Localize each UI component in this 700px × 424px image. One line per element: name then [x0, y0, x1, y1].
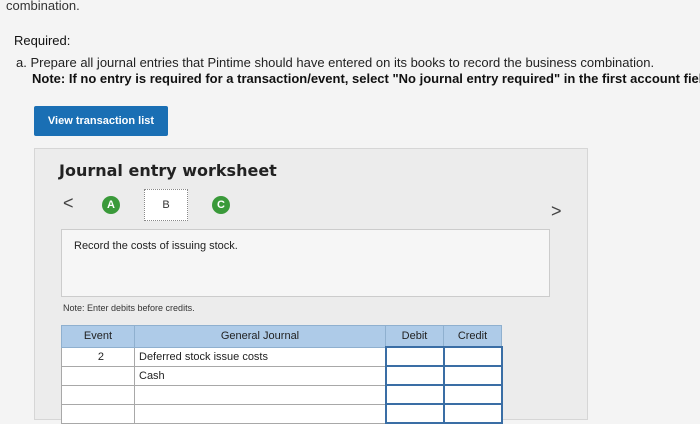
debit-cell[interactable]	[384, 384, 445, 405]
event-cell[interactable]	[61, 403, 135, 424]
journal-entry-worksheet: Journal entry worksheet < A B C > Record…	[34, 148, 588, 424]
debit-cell[interactable]	[384, 403, 445, 424]
table-row: 2 Deferred stock issue costs	[61, 346, 503, 367]
required-title: Required:	[14, 33, 71, 48]
account-cell[interactable]: Deferred stock issue costs	[134, 346, 386, 367]
requirement-note: Note: If no entry is required for a tran…	[32, 71, 700, 86]
transaction-description-box: Record the costs of issuing stock.	[61, 229, 550, 297]
account-cell[interactable]	[134, 384, 386, 405]
table-row: Cash	[61, 365, 503, 386]
step-b-button[interactable]: B	[144, 189, 188, 221]
credit-cell[interactable]	[442, 365, 503, 386]
previous-arrow-icon[interactable]: <	[63, 193, 74, 214]
step-a-button[interactable]: A	[102, 196, 120, 214]
account-cell[interactable]: Cash	[134, 365, 386, 386]
column-header-event: Event	[61, 325, 135, 348]
table-row	[61, 384, 503, 405]
event-cell[interactable]	[61, 384, 135, 405]
table-header-row: Event General Journal Debit Credit	[61, 325, 502, 348]
journal-table: Event General Journal Debit Credit 2 Def…	[61, 325, 503, 424]
credit-cell[interactable]	[442, 403, 503, 424]
credit-cell[interactable]	[442, 384, 503, 405]
column-header-debit: Debit	[385, 325, 444, 348]
account-cell[interactable]	[134, 403, 386, 424]
cut-off-text: combination.	[6, 0, 80, 13]
event-cell[interactable]	[61, 365, 135, 386]
column-header-general-journal: General Journal	[134, 325, 386, 348]
debit-cell[interactable]	[384, 365, 445, 386]
credit-cell[interactable]	[442, 346, 503, 367]
requirement-a: a. Prepare all journal entries that Pint…	[16, 55, 655, 70]
view-transaction-list-button[interactable]: View transaction list	[34, 106, 168, 136]
event-cell[interactable]: 2	[61, 346, 135, 367]
step-c-button[interactable]: C	[212, 196, 230, 214]
transaction-description: Record the costs of issuing stock.	[74, 240, 238, 252]
debit-cell[interactable]	[384, 346, 445, 367]
table-row	[61, 403, 503, 424]
next-arrow-icon[interactable]: >	[551, 201, 562, 222]
debits-note: Note: Enter debits before credits.	[63, 303, 195, 313]
column-header-credit: Credit	[443, 325, 502, 348]
worksheet-title: Journal entry worksheet	[59, 161, 277, 180]
